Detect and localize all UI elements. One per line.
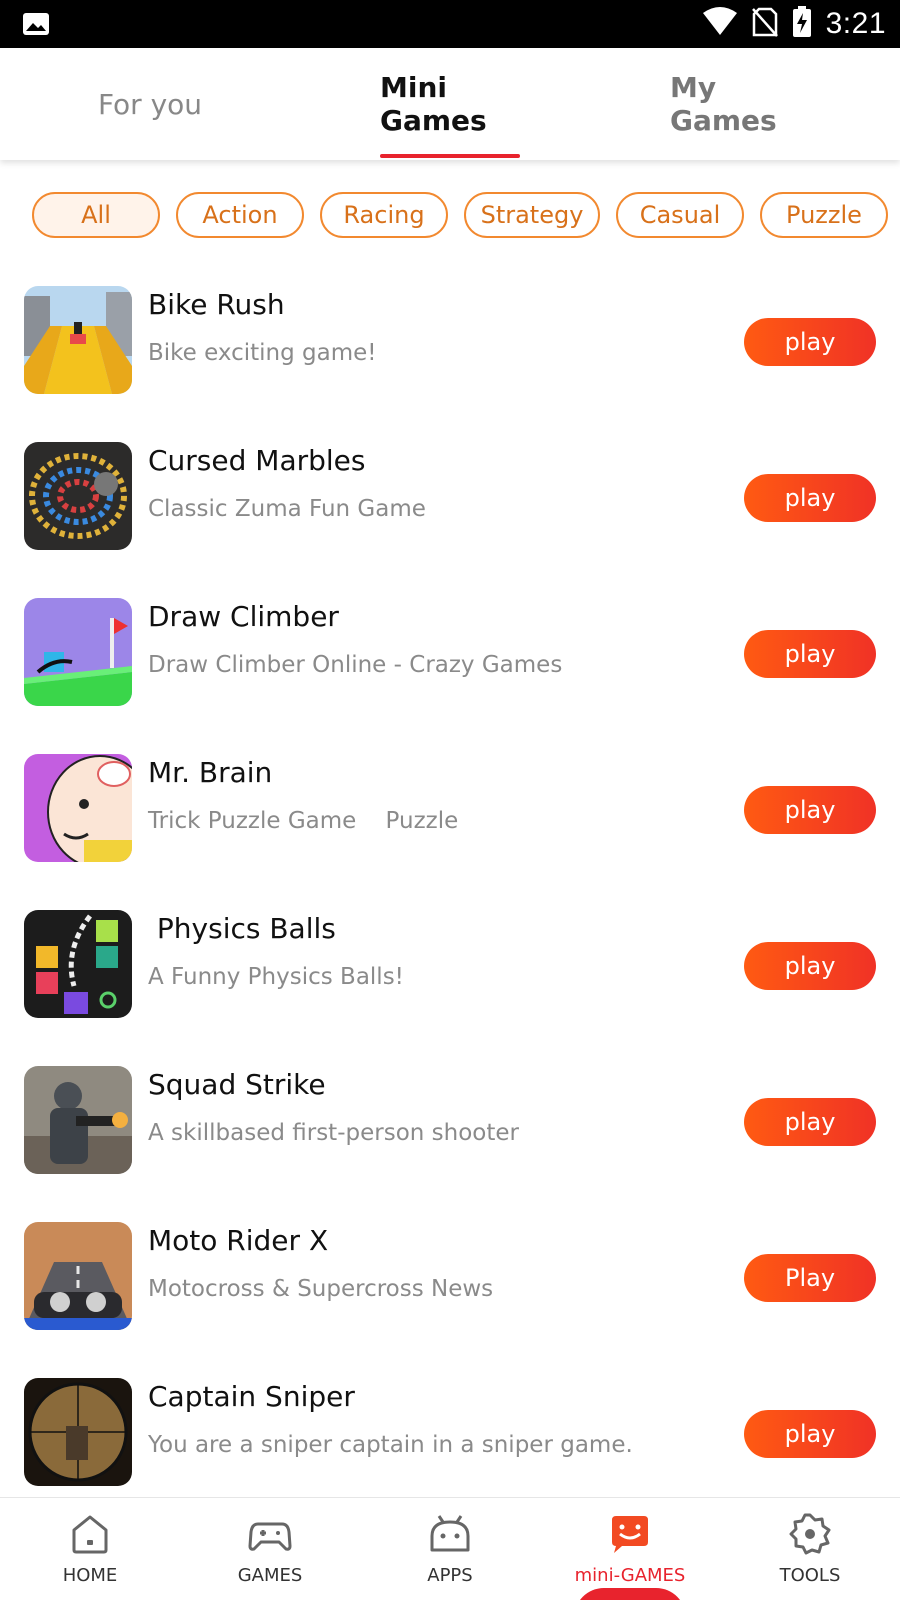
play-button[interactable]: Play bbox=[744, 1254, 876, 1302]
game-description: Trick Puzzle Game Puzzle bbox=[148, 808, 459, 834]
tab-label: Mini Games bbox=[380, 71, 487, 137]
mr-brain-thumbnail[interactable] bbox=[24, 754, 132, 862]
mini-games-icon bbox=[608, 1512, 652, 1556]
play-button[interactable]: play bbox=[744, 942, 876, 990]
play-button[interactable]: play bbox=[744, 786, 876, 834]
nav-label: GAMES bbox=[237, 1565, 303, 1586]
game-title: Moto Rider X bbox=[148, 1224, 329, 1257]
bike-rush-thumbnail[interactable] bbox=[24, 286, 132, 394]
no-sim-icon bbox=[751, 7, 778, 42]
game-title: Physics Balls bbox=[148, 912, 336, 945]
nav-mini-games[interactable]: mini-GAMES bbox=[540, 1498, 720, 1600]
game-description: You are a sniper captain in a sniper gam… bbox=[148, 1432, 633, 1458]
nav-label: APPS bbox=[427, 1565, 473, 1586]
chip-all[interactable]: All bbox=[32, 192, 160, 238]
game-title: Cursed Marbles bbox=[148, 444, 366, 477]
nav-apps[interactable]: APPS bbox=[360, 1498, 540, 1600]
game-description: Bike exciting game! bbox=[148, 340, 377, 366]
play-button[interactable]: play bbox=[744, 474, 876, 522]
nav-home[interactable]: HOME bbox=[0, 1498, 180, 1600]
captain-sniper-thumbnail[interactable] bbox=[24, 1378, 132, 1486]
battery-charging-icon bbox=[792, 5, 812, 43]
category-filter: All Action Racing Strategy Casual Puzzle bbox=[0, 192, 900, 238]
game-description: Draw Climber Online - Crazy Games bbox=[148, 652, 563, 678]
image-icon bbox=[22, 12, 50, 36]
game-title: Squad Strike bbox=[148, 1068, 326, 1101]
tab-my-games[interactable]: My Games bbox=[670, 48, 830, 160]
play-button[interactable]: play bbox=[744, 318, 876, 366]
status-time: 3:21 bbox=[825, 7, 886, 40]
gamepad-icon bbox=[248, 1512, 292, 1556]
game-row-draw-climber[interactable]: Draw Climber Draw Climber Online - Crazy… bbox=[0, 584, 900, 714]
chip-action[interactable]: Action bbox=[176, 192, 304, 238]
tab-for-you[interactable]: For you bbox=[80, 48, 220, 160]
game-description: A Funny Physics Balls! bbox=[148, 964, 404, 990]
game-row-squad-strike[interactable]: Squad Strike A skillbased first-person s… bbox=[0, 1052, 900, 1182]
game-row-moto-rider-x[interactable]: Moto Rider X Motocross & Supercross News… bbox=[0, 1208, 900, 1338]
chip-puzzle[interactable]: Puzzle bbox=[760, 192, 888, 238]
squad-strike-thumbnail[interactable] bbox=[24, 1066, 132, 1174]
tab-mini-games[interactable]: Mini Games bbox=[380, 48, 520, 160]
draw-climber-thumbnail[interactable] bbox=[24, 598, 132, 706]
nav-tools[interactable]: TOOLS bbox=[720, 1498, 900, 1600]
game-title: Draw Climber bbox=[148, 600, 339, 633]
physics-balls-thumbnail[interactable] bbox=[24, 910, 132, 1018]
wifi-icon bbox=[702, 6, 738, 42]
nav-label: mini-GAMES bbox=[574, 1565, 686, 1586]
android-icon bbox=[428, 1512, 472, 1556]
moto-rider-thumbnail[interactable] bbox=[24, 1222, 132, 1330]
cursed-marbles-thumbnail[interactable] bbox=[24, 442, 132, 550]
game-row-bike-rush[interactable]: Bike Rush Bike exciting game! play bbox=[0, 272, 900, 402]
chip-racing[interactable]: Racing bbox=[320, 192, 448, 238]
game-title: Captain Sniper bbox=[148, 1380, 355, 1413]
game-row-cursed-marbles[interactable]: Cursed Marbles Classic Zuma Fun Game pla… bbox=[0, 428, 900, 558]
game-title: Mr. Brain bbox=[148, 756, 273, 789]
nav-games[interactable]: GAMES bbox=[180, 1498, 360, 1600]
tab-label: For you bbox=[97, 87, 203, 121]
bottom-navigation: HOME GAMES APPS mini-GAMES TOOLS bbox=[0, 1497, 900, 1600]
nav-label: TOOLS bbox=[779, 1565, 841, 1586]
game-description: A skillbased first-person shooter bbox=[148, 1120, 519, 1146]
home-icon bbox=[68, 1512, 112, 1556]
active-tab-indicator bbox=[380, 154, 520, 158]
top-tab-bar: For you Mini Games My Games bbox=[0, 48, 900, 160]
game-row-captain-sniper[interactable]: Captain Sniper You are a sniper captain … bbox=[0, 1364, 900, 1494]
game-row-mr-brain[interactable]: Mr. Brain Trick Puzzle Game Puzzle play bbox=[0, 740, 900, 870]
chip-strategy[interactable]: Strategy bbox=[464, 192, 600, 238]
chip-casual[interactable]: Casual bbox=[616, 192, 744, 238]
game-description: Motocross & Supercross News bbox=[148, 1276, 494, 1302]
nav-label: HOME bbox=[62, 1565, 118, 1586]
play-button[interactable]: play bbox=[744, 1410, 876, 1458]
game-row-physics-balls[interactable]: Physics Balls A Funny Physics Balls! pla… bbox=[0, 896, 900, 1026]
game-title: Bike Rush bbox=[148, 288, 285, 321]
play-button[interactable]: play bbox=[744, 1098, 876, 1146]
tab-label: My Games bbox=[670, 71, 777, 137]
status-bar: 3:21 bbox=[0, 0, 900, 48]
game-description: Classic Zuma Fun Game bbox=[148, 496, 426, 522]
play-button[interactable]: play bbox=[744, 630, 876, 678]
gear-icon bbox=[788, 1512, 832, 1556]
